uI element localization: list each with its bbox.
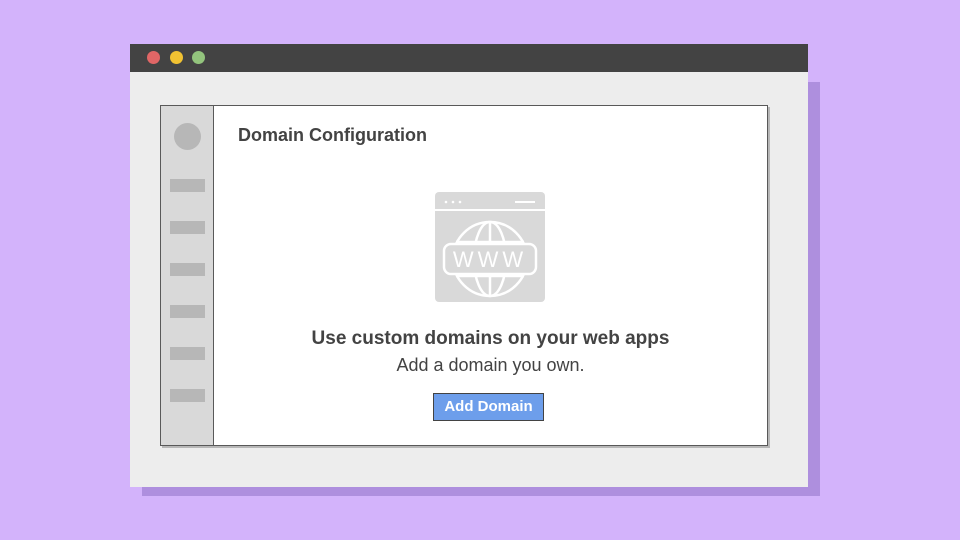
www-globe-icon: WWW	[435, 192, 545, 302]
sidebar	[161, 106, 214, 445]
window-titlebar	[130, 44, 808, 72]
sidebar-item-3[interactable]	[170, 263, 205, 276]
sidebar-item-1[interactable]	[170, 179, 205, 192]
sidebar-item-2[interactable]	[170, 221, 205, 234]
minimize-window-button[interactable]	[170, 51, 183, 64]
main-content: Domain Configuration WWW Use custom doma…	[214, 106, 767, 445]
empty-state-heading: Use custom domains on your web apps	[311, 328, 670, 349]
sidebar-item-5[interactable]	[170, 347, 205, 360]
browser-window: Domain Configuration WWW Use custom doma…	[130, 44, 808, 487]
sidebar-item-4[interactable]	[170, 305, 205, 318]
www-text: WWW	[453, 247, 527, 272]
empty-state-subtext: Add a domain you own.	[396, 355, 585, 375]
avatar[interactable]	[174, 123, 201, 150]
close-window-button[interactable]	[147, 51, 160, 64]
sidebar-item-6[interactable]	[170, 389, 205, 402]
app-frame: Domain Configuration WWW Use custom doma…	[160, 105, 768, 446]
maximize-window-button[interactable]	[192, 51, 205, 64]
add-domain-button[interactable]: Add Domain	[433, 393, 544, 421]
page-title: Domain Configuration	[238, 125, 427, 145]
